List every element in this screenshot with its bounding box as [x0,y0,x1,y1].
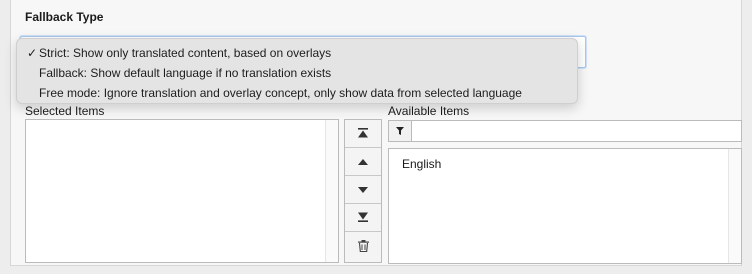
trash-icon [357,239,369,255]
available-items-scrollbar[interactable] [728,149,741,263]
available-items-filter-input[interactable] [412,120,742,142]
fallback-type-dropdown[interactable]: ✓ Strict: Show only translated content, … [16,38,578,104]
checkmark-icon: ✓ [27,46,38,60]
available-items-list[interactable]: English [388,148,742,264]
move-to-top-button[interactable] [345,120,381,148]
move-down-button[interactable] [345,176,381,204]
selected-items-scrollbar[interactable] [325,120,338,262]
move-to-bottom-icon [358,211,368,225]
selected-items-list[interactable] [25,119,339,263]
item-move-buttons [344,119,382,263]
move-up-button[interactable] [345,148,381,176]
dropdown-option-strict[interactable]: ✓ Strict: Show only translated content, … [17,43,577,63]
filter-icon [396,124,404,138]
selected-items-label: Selected Items [25,104,105,118]
remove-item-button[interactable] [345,232,381,262]
dropdown-option-label: Fallback: Show default language if no tr… [39,66,332,80]
move-to-top-icon [358,127,368,141]
filter-button[interactable] [388,120,412,142]
dropdown-option-label: Free mode: Ignore translation and overla… [39,86,522,100]
available-items-label: Available Items [388,104,470,118]
dropdown-option-fallback[interactable]: Fallback: Show default language if no tr… [17,63,577,83]
move-to-bottom-button[interactable] [345,204,381,232]
dropdown-option-free-mode[interactable]: Free mode: Ignore translation and overla… [17,83,577,103]
dropdown-option-label: Strict: Show only translated content, ba… [39,46,332,60]
move-down-icon [358,183,368,197]
list-item[interactable]: English [402,157,441,171]
field-title: Fallback Type [25,10,104,24]
move-up-icon [358,155,368,169]
